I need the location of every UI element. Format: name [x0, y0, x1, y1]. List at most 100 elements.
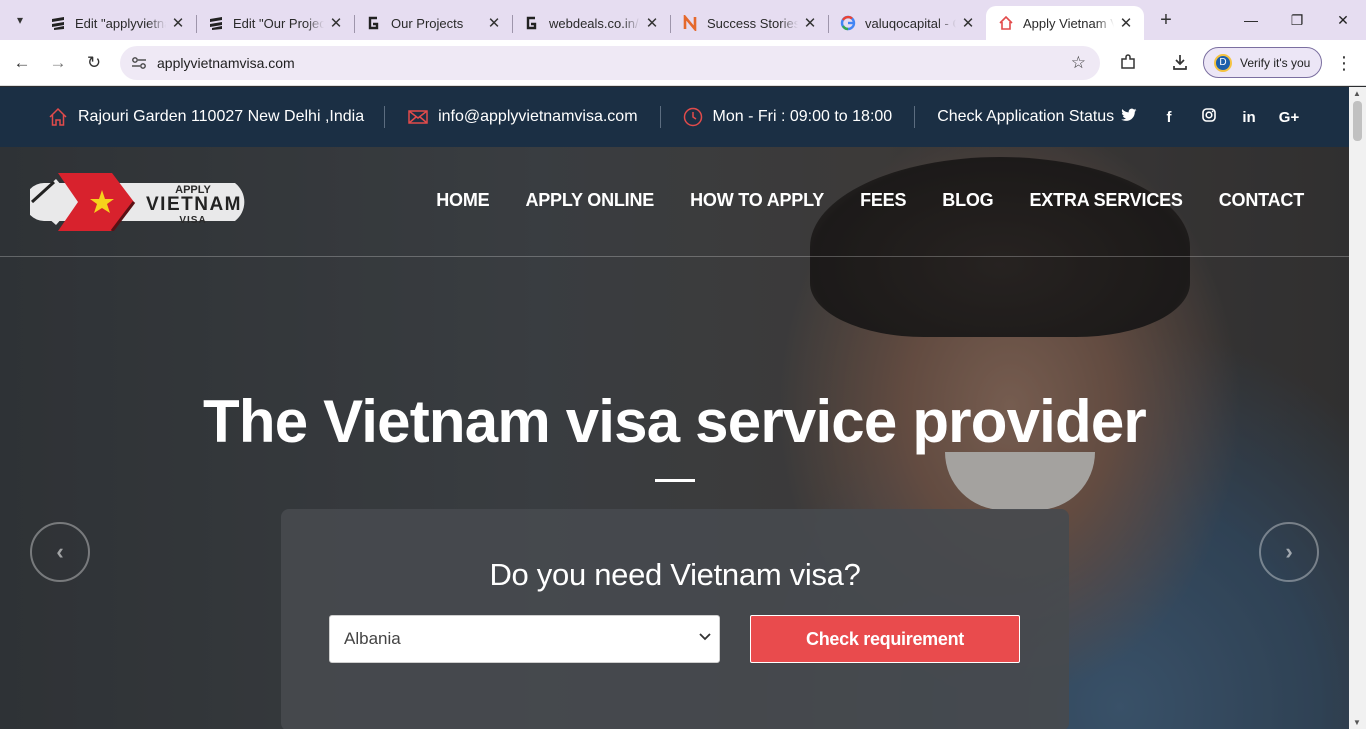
extensions-icon[interactable]: [1114, 48, 1142, 76]
n-icon: [682, 15, 698, 31]
divider: [659, 106, 661, 128]
back-arrow-icon[interactable]: ←: [4, 45, 40, 81]
url-text: applyvietnamvisa.com: [157, 55, 295, 71]
logo-text-visa: VISA: [179, 215, 206, 226]
restore-icon[interactable]: ❐: [1274, 0, 1320, 40]
home-icon: [48, 107, 68, 127]
nav-extra-services[interactable]: EXTRA SERVICES: [1029, 190, 1182, 211]
tab-title: Our Projects: [391, 15, 464, 31]
address-bar[interactable]: applyvietnamvisa.com ☆: [120, 46, 1100, 80]
g-icon: [524, 15, 540, 31]
chevron-left-icon: ‹: [56, 539, 64, 564]
tab-title: Edit "applyvietnamvisa": [75, 15, 166, 31]
envelope-icon: [408, 109, 428, 125]
close-tab-icon[interactable]: ✕: [486, 14, 502, 32]
close-tab-icon[interactable]: ✕: [644, 14, 660, 32]
browser-tab[interactable]: Our Projects ✕: [354, 6, 512, 40]
slider-next-button[interactable]: ›: [1259, 522, 1319, 582]
profile-verify-label: Verify it's you: [1240, 55, 1311, 70]
browser-tab[interactable]: Edit "Our Projects" ✕: [196, 6, 354, 40]
tab-title: webdeals.co.in/g: [549, 15, 640, 31]
main-navigation: HOME APPLY ONLINE HOW TO APPLY FEES BLOG…: [400, 147, 1304, 253]
forward-arrow-icon[interactable]: →: [40, 45, 76, 81]
tab-title: Success Stories -: [707, 15, 798, 31]
browser-tab-active[interactable]: Apply Vietnam Visa ✕: [986, 6, 1144, 40]
browser-tab[interactable]: valuqocapital - G ✕: [828, 6, 986, 40]
address-info: Rajouri Garden 110027 New Delhi ,India: [48, 87, 364, 147]
google-icon: [840, 15, 856, 31]
chevron-right-icon: ›: [1285, 539, 1293, 564]
close-tab-icon[interactable]: ✕: [802, 14, 818, 32]
scroll-up-icon[interactable]: ▲: [1353, 89, 1361, 98]
check-status-text: Check Application Status: [937, 108, 1115, 125]
nav-fees[interactable]: FEES: [860, 190, 906, 211]
nav-how-to-apply[interactable]: HOW TO APPLY: [690, 190, 824, 211]
address-text: Rajouri Garden 110027 New Delhi ,India: [78, 108, 365, 125]
bookmark-star-icon[interactable]: ☆: [1071, 53, 1086, 73]
site-logo[interactable]: APPLY VIETNAM VISA: [25, 173, 263, 232]
clock-icon: [683, 107, 703, 127]
country-select[interactable]: Albania: [329, 615, 720, 663]
minimize-icon[interactable]: —: [1228, 0, 1274, 40]
hours-text: Mon - Fri : 09:00 to 18:00: [712, 108, 893, 125]
google-plus-icon[interactable]: G+: [1269, 109, 1309, 126]
divider: [384, 106, 386, 128]
download-icon[interactable]: [1166, 48, 1194, 76]
tab-list: Edit "applyvietnamvisa" ✕ Edit "Our Proj…: [38, 0, 1144, 40]
twitter-icon[interactable]: [1109, 108, 1149, 126]
avatar: D: [1214, 53, 1232, 72]
instagram-icon[interactable]: [1189, 108, 1229, 126]
hero-title: The Vietnam visa service provider: [203, 388, 1147, 455]
page-viewport: Rajouri Garden 110027 New Delhi ,India i…: [0, 87, 1349, 729]
slider-prev-button[interactable]: ‹: [30, 522, 90, 582]
nav-blog[interactable]: BLOG: [942, 190, 993, 211]
reload-icon[interactable]: ↻: [76, 45, 112, 81]
browser-tab[interactable]: webdeals.co.in/g ✕: [512, 6, 670, 40]
hero-section: APPLY VIETNAM VISA HOME APPLY ONLINE HOW…: [0, 147, 1349, 729]
stack-icon: [50, 15, 66, 31]
scroll-down-icon[interactable]: ▼: [1353, 718, 1361, 727]
browser-tab-strip: ▾ Edit "applyvietnamvisa" ✕ Edit "Our Pr…: [0, 0, 1366, 40]
stack-icon: [208, 15, 224, 31]
nav-contact[interactable]: CONTACT: [1219, 190, 1304, 211]
menu-kebab-icon[interactable]: ⋮: [1332, 48, 1356, 78]
check-application-status-link[interactable]: Check Application Status: [937, 87, 1114, 147]
new-tab-button[interactable]: +: [1152, 6, 1180, 34]
close-tab-icon[interactable]: ✕: [328, 14, 344, 32]
visa-check-card: Do you need Vietnam visa? Albania Check …: [281, 509, 1069, 729]
profile-verify-button[interactable]: D Verify it's you: [1203, 47, 1322, 78]
email-text: info@applyvietnamvisa.com: [438, 108, 638, 125]
close-window-icon[interactable]: ✕: [1320, 0, 1366, 40]
close-tab-icon[interactable]: ✕: [1118, 14, 1134, 32]
hours-info: Mon - Fri : 09:00 to 18:00: [683, 87, 893, 147]
top-info-bar: Rajouri Garden 110027 New Delhi ,India i…: [0, 87, 1349, 147]
tab-search-icon[interactable]: ▾: [6, 6, 34, 34]
window-controls: — ❐ ✕: [1228, 0, 1366, 40]
country-select-value: Albania: [344, 629, 401, 648]
scrollbar-thumb[interactable]: [1353, 101, 1362, 141]
tab-title: Apply Vietnam Visa: [1023, 15, 1114, 31]
tab-title: valuqocapital - G: [865, 15, 956, 31]
visa-question-heading: Do you need Vietnam visa?: [489, 557, 861, 592]
browser-tab[interactable]: Edit "applyvietnamvisa" ✕: [38, 6, 196, 40]
nav-home[interactable]: HOME: [436, 190, 489, 211]
email-info[interactable]: info@applyvietnamvisa.com: [408, 87, 638, 147]
nav-apply-online[interactable]: APPLY ONLINE: [525, 190, 654, 211]
browser-tab[interactable]: Success Stories - ✕: [670, 6, 828, 40]
linkedin-icon[interactable]: in: [1229, 109, 1269, 126]
site-settings-icon[interactable]: [124, 56, 154, 70]
page-scrollbar[interactable]: ▲ ▼: [1349, 87, 1366, 729]
chevron-down-icon: [699, 632, 711, 644]
close-tab-icon[interactable]: ✕: [960, 14, 976, 32]
facebook-icon[interactable]: f: [1149, 109, 1189, 126]
check-requirement-button[interactable]: Check requirement: [750, 615, 1020, 663]
g-icon: [366, 15, 382, 31]
divider: [914, 106, 916, 128]
social-links: f in G+: [1109, 87, 1309, 147]
logo-text-vietnam: VIETNAM: [146, 194, 242, 215]
house-icon: [998, 15, 1014, 31]
tab-title: Edit "Our Projects": [233, 15, 324, 31]
close-tab-icon[interactable]: ✕: [170, 14, 186, 32]
browser-toolbar: ← → ↻ applyvietnamvisa.com ☆ D Verify it…: [0, 40, 1366, 86]
title-underline: [655, 479, 695, 482]
